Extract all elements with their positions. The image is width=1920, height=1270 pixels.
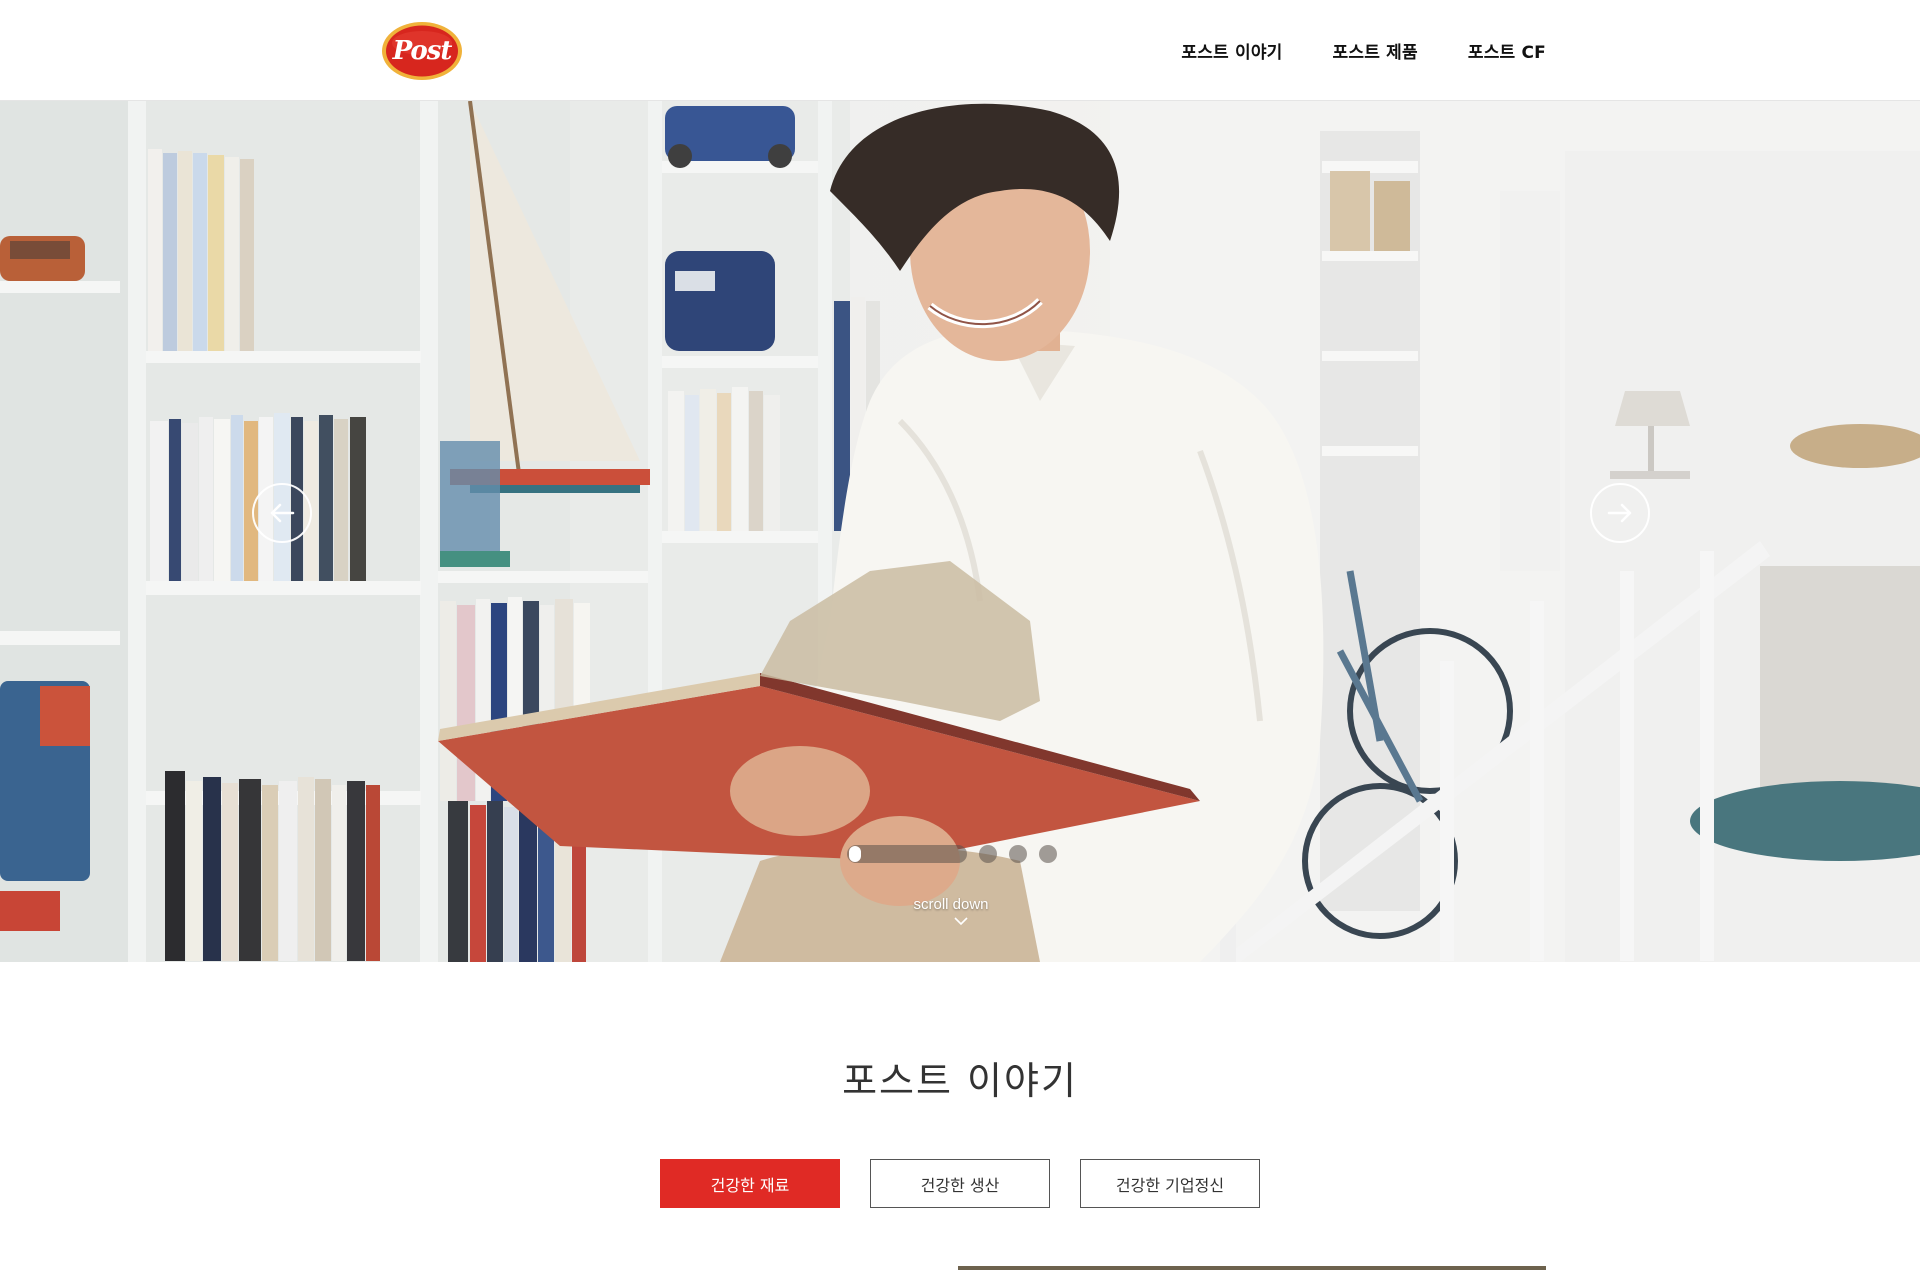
nav-post-cf[interactable]: 포스트 CF <box>1468 38 1546 63</box>
pagination-dot-4[interactable] <box>1039 845 1057 863</box>
nav-post-products[interactable]: 포스트 제품 <box>1333 38 1418 63</box>
pagination-dot-2[interactable] <box>979 845 997 863</box>
next-slide-button[interactable] <box>1590 483 1650 543</box>
content-image-preview <box>958 1266 1546 1270</box>
post-logo[interactable]: Post <box>381 21 463 81</box>
hero-slider: scroll down <box>0 101 1920 962</box>
pagination-dot-3[interactable] <box>1009 845 1027 863</box>
prev-slide-button[interactable] <box>252 483 312 543</box>
post-logo-icon <box>382 22 462 80</box>
main-nav: 포스트 이야기 포스트 제품 포스트 CF <box>1181 38 1546 63</box>
chevron-down-icon[interactable] <box>954 916 968 926</box>
story-tabs: 건강한 재료 건강한 생산 건강한 기업정신 <box>660 1159 1260 1208</box>
nav-post-story[interactable]: 포스트 이야기 <box>1181 38 1282 63</box>
section-title: 포스트 이야기 <box>842 1059 1078 1103</box>
site-header: Post 포스트 이야기 포스트 제품 포스트 CF <box>0 0 1920 101</box>
tab-healthy-ingredients[interactable]: 건강한 재료 <box>660 1159 840 1208</box>
pagination-progress-knob <box>849 846 861 862</box>
scroll-down-label[interactable]: scroll down <box>880 896 1022 913</box>
tab-healthy-spirit[interactable]: 건강한 기업정신 <box>1080 1159 1260 1208</box>
arrow-right-icon <box>1607 503 1632 523</box>
slide-pagination <box>847 845 1057 863</box>
tab-healthy-production[interactable]: 건강한 생산 <box>870 1159 1050 1208</box>
pagination-active-indicator[interactable] <box>847 845 967 863</box>
arrow-left-icon <box>270 503 295 523</box>
